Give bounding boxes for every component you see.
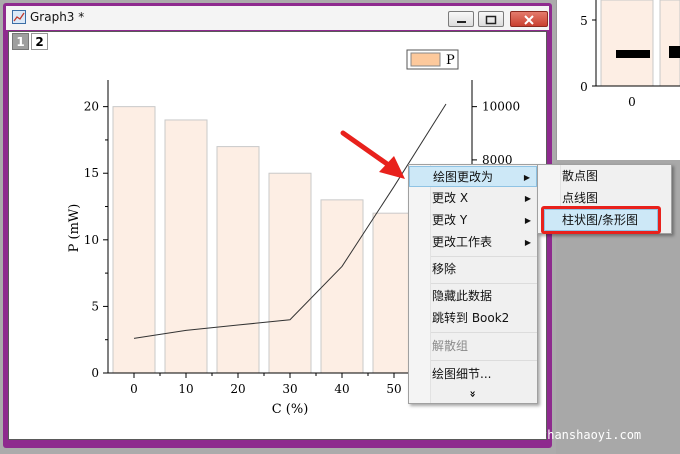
red-arrow-annotation bbox=[340, 130, 405, 179]
bar[interactable] bbox=[164, 119, 208, 374]
menu-item-remove[interactable]: 移除 bbox=[409, 259, 537, 280]
menu-item-label: 更改 Y bbox=[432, 213, 468, 227]
menu-item-go-to-book2[interactable]: 跳转到 Book2 bbox=[409, 308, 537, 329]
y-tick-label: 20 bbox=[84, 100, 99, 114]
submenu-item-label: 散点图 bbox=[562, 169, 599, 183]
menu-item-change-x[interactable]: 更改 X ▶ bbox=[409, 188, 537, 209]
x-tick-label: 50 bbox=[386, 382, 401, 396]
submenu-arrow-icon: ▶ bbox=[523, 173, 530, 182]
bg-xtick-0: 0 bbox=[628, 95, 636, 109]
menu-item-label: 跳转到 Book2 bbox=[432, 311, 510, 325]
background-graph-plot: 5 0 0 bbox=[580, 0, 680, 109]
menu-item-plot-details[interactable]: 绘图细节... bbox=[409, 364, 537, 385]
x-tick-label: 20 bbox=[230, 382, 245, 396]
bg-ytick-0: 0 bbox=[580, 80, 588, 94]
menu-item-ungroup: 解散组 bbox=[409, 336, 537, 357]
menu-separator bbox=[431, 332, 537, 333]
menu-item-label: 绘图细节... bbox=[432, 367, 492, 381]
submenu-arrow-icon: ▶ bbox=[524, 216, 531, 225]
menu-more-button[interactable]: » bbox=[409, 386, 537, 402]
bar[interactable] bbox=[268, 172, 312, 374]
menu-separator bbox=[431, 283, 537, 284]
y2-tick-label: 10000 bbox=[482, 100, 520, 114]
bg-ytick-5: 5 bbox=[580, 14, 588, 28]
x-tick-label: 0 bbox=[130, 382, 138, 396]
y-tick-label: 10 bbox=[84, 233, 99, 247]
y-tick-label: 0 bbox=[91, 366, 99, 380]
expand-down-icon: » bbox=[466, 390, 480, 398]
bar[interactable] bbox=[320, 199, 364, 374]
menu-item-label: 绘图更改为 bbox=[433, 170, 494, 184]
x-tick-label: 40 bbox=[334, 382, 349, 396]
x-tick-label: 30 bbox=[282, 382, 297, 396]
red-highlight-box bbox=[541, 206, 661, 234]
submenu-arrow-icon: ▶ bbox=[524, 238, 531, 247]
menu-item-label: 解散组 bbox=[432, 339, 469, 353]
submenu-item-scatter[interactable]: 散点图 bbox=[538, 166, 671, 187]
menu-item-label: 更改 X bbox=[432, 191, 469, 205]
x-tick-label: 10 bbox=[178, 382, 193, 396]
legend-swatch bbox=[410, 52, 441, 67]
bar[interactable] bbox=[216, 146, 260, 374]
submenu-item-label: 点线图 bbox=[562, 191, 599, 205]
y-tick-label: 5 bbox=[91, 299, 99, 313]
menu-item-label: 移除 bbox=[432, 262, 457, 276]
menu-item-change-y[interactable]: 更改 Y ▶ bbox=[409, 210, 537, 231]
submenu-arrow-icon: ▶ bbox=[524, 194, 531, 203]
x-axis-label: C (%) bbox=[272, 402, 309, 417]
menu-item-hide-data[interactable]: 隐藏此数据 bbox=[409, 286, 537, 307]
menu-separator bbox=[431, 256, 537, 257]
y-tick-label: 15 bbox=[84, 166, 99, 180]
menu-separator bbox=[431, 360, 537, 361]
watermark-text: zhanshaoyi.com bbox=[540, 428, 642, 442]
menu-item-label: 隐藏此数据 bbox=[432, 289, 493, 303]
menu-item-change-plot-to[interactable]: 绘图更改为 ▶ bbox=[409, 166, 537, 187]
menu-item-change-worksheet[interactable]: 更改工作表 ▶ bbox=[409, 232, 537, 253]
legend-label: P bbox=[446, 53, 455, 68]
y-axis-label: P (mW) bbox=[67, 204, 82, 253]
menu-item-label: 更改工作表 bbox=[432, 235, 493, 249]
bar[interactable] bbox=[112, 106, 156, 374]
